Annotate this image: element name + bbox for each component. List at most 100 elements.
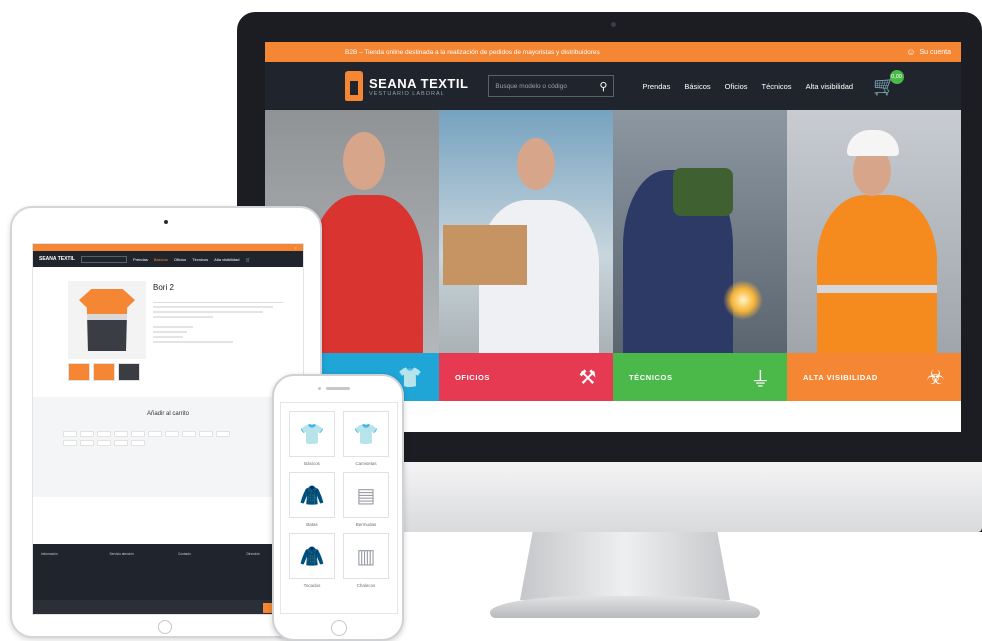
category-label: ALTA VISIBILIDAD: [803, 372, 878, 382]
menu-item-alta-visibilidad[interactable]: Alta visibilidad: [806, 82, 854, 91]
menu-item-tecnicos[interactable]: Técnicos: [762, 82, 792, 91]
red-jacket-figure: [311, 195, 423, 353]
phone-category-label: Básicos: [304, 461, 320, 466]
product-description: [153, 306, 283, 343]
home-button[interactable]: [158, 620, 172, 634]
product-name: Bori 2: [153, 283, 174, 292]
menu-item-oficios[interactable]: Oficios: [725, 82, 748, 91]
shorts-icon: ▤: [343, 472, 389, 518]
size-cell[interactable]: [114, 440, 128, 446]
padded-jacket-icon: 🧥: [289, 533, 335, 579]
home-button[interactable]: [331, 620, 347, 636]
top-announcement-bar: B2B – Tienda online destinada a la reali…: [265, 42, 961, 62]
phone-category-label: Camisetas: [355, 461, 377, 466]
size-cell[interactable]: [97, 431, 111, 437]
tablet-navbar: SEANA TEXTIL Prendas Básicos Oficios Téc…: [33, 251, 303, 267]
main-menu: Prendas Básicos Oficios Técnicos Alta vi…: [642, 82, 853, 91]
cart-icon[interactable]: 🛒: [245, 257, 250, 262]
cardboard-box: [443, 225, 527, 285]
menu-item-prendas[interactable]: Prendas: [642, 82, 670, 91]
category-label: TÉCNICOS: [629, 372, 673, 382]
phone-category-grid: 👕 Básicos 👕 Camisetas 🧥 Batas ▤ Bermudas…: [281, 403, 397, 596]
tablet-logo[interactable]: SEANA TEXTIL: [39, 256, 75, 262]
phone-category-label: Tocados: [303, 583, 321, 588]
tablet-menu-item[interactable]: Básicos: [154, 257, 168, 262]
thumbnail[interactable]: [68, 363, 90, 381]
category-alta-visibilidad[interactable]: ALTA VISIBILIDAD ☣: [787, 353, 961, 401]
phone-screen: 👕 Básicos 👕 Camisetas 🧥 Batas ▤ Bermudas…: [280, 402, 398, 614]
hero-photo-welder: [613, 110, 787, 353]
add-to-cart-section: Añadir al carrito: [33, 397, 303, 497]
footer-column-title: Información: [41, 552, 58, 556]
product-image[interactable]: [68, 281, 146, 359]
size-cell[interactable]: [131, 431, 145, 437]
hero-photo-high-visibility: [787, 110, 961, 353]
camera-icon: [164, 220, 168, 224]
size-cell[interactable]: [199, 431, 213, 437]
welding-mask: [673, 168, 733, 216]
hero-banner: [265, 110, 961, 353]
size-cell[interactable]: [131, 440, 145, 446]
tablet-footer-bottom: [33, 600, 303, 614]
size-cell[interactable]: [148, 431, 162, 437]
jacket-icon: 👕: [289, 411, 335, 457]
phone-category-chalecos[interactable]: ▥ Chalecos: [343, 533, 389, 588]
camera-icon: [318, 387, 321, 390]
thumbnail[interactable]: [118, 363, 140, 381]
size-cell[interactable]: [182, 431, 196, 437]
phone-category-bermudas[interactable]: ▤ Bermudas: [343, 472, 389, 527]
hi-vis-figure: [817, 195, 937, 353]
account-link[interactable]: ☺ Su cuenta: [906, 47, 951, 57]
search-icon[interactable]: ⚲: [599, 80, 607, 93]
footer-column-title: Contacto: [178, 552, 191, 556]
add-to-cart-title: Añadir al carrito: [146, 411, 190, 417]
tablet-menu-item[interactable]: Oficios: [174, 257, 186, 262]
menu-item-basicos[interactable]: Básicos: [684, 82, 710, 91]
size-quantity-grid: [63, 431, 303, 446]
phone-category-basicos[interactable]: 👕 Básicos: [289, 411, 335, 466]
welding-spark: [723, 280, 763, 320]
tshirt-icon: 👕: [343, 411, 389, 457]
category-oficios[interactable]: OFICIOS ⚒: [439, 353, 613, 401]
size-cell[interactable]: [114, 431, 128, 437]
phone-category-camisetas[interactable]: 👕 Camisetas: [343, 411, 389, 466]
phone-category-batas[interactable]: 🧥 Batas: [289, 472, 335, 527]
hero-photo-box-carrier: [439, 110, 613, 353]
tablet-menu-item[interactable]: Alta visibilidad: [214, 257, 239, 262]
phone-category-label: Chalecos: [356, 583, 376, 588]
site-logo[interactable]: SEANA TEXTIL VESTUARIO LABORAL: [345, 71, 468, 101]
phone-category-label: Bermudas: [355, 522, 377, 527]
speaker-grille: [326, 387, 350, 390]
announcement-text: B2B – Tienda online destinada a la reali…: [345, 48, 600, 56]
size-cell[interactable]: [165, 431, 179, 437]
coat-icon: 🧥: [289, 472, 335, 518]
product-thumbnails: [68, 363, 140, 381]
vest-icon: ▥: [343, 533, 389, 579]
size-cell[interactable]: [80, 431, 94, 437]
size-cell[interactable]: [97, 440, 111, 446]
product-tabs[interactable]: [153, 300, 283, 303]
tablet-top-bar: ☺: [33, 244, 303, 251]
thumbnail[interactable]: [93, 363, 115, 381]
worker-logo-icon: [345, 71, 363, 101]
size-cell[interactable]: [63, 431, 77, 437]
footer-column-title: Servicio atención: [109, 552, 134, 556]
size-cell[interactable]: [63, 440, 77, 446]
polo-shirt-image: [79, 289, 135, 351]
phone-category-tocados[interactable]: 🧥 Tocados: [289, 533, 335, 588]
product-info: Bori 2: [153, 281, 283, 343]
tablet-footer: Información Servicio atención Contacto D…: [33, 544, 303, 600]
tablet-menu-item[interactable]: Prendas: [133, 257, 148, 262]
cart-button[interactable]: 🛒 0,00: [873, 69, 904, 97]
size-cell[interactable]: [80, 440, 94, 446]
tools-icon: ⚒: [578, 366, 597, 389]
search-input[interactable]: Busque modelo o código ⚲: [488, 75, 615, 97]
hard-hat: [847, 130, 899, 156]
size-cell[interactable]: [216, 431, 230, 437]
tablet-search-input[interactable]: [80, 255, 127, 263]
tablet-menu-item[interactable]: Técnicos: [192, 257, 208, 262]
category-label: OFICIOS: [455, 372, 491, 382]
main-navbar: SEANA TEXTIL VESTUARIO LABORAL Busque mo…: [265, 62, 961, 110]
category-tecnicos[interactable]: TÉCNICOS ⏚: [613, 353, 787, 401]
worker-head: [343, 132, 385, 190]
